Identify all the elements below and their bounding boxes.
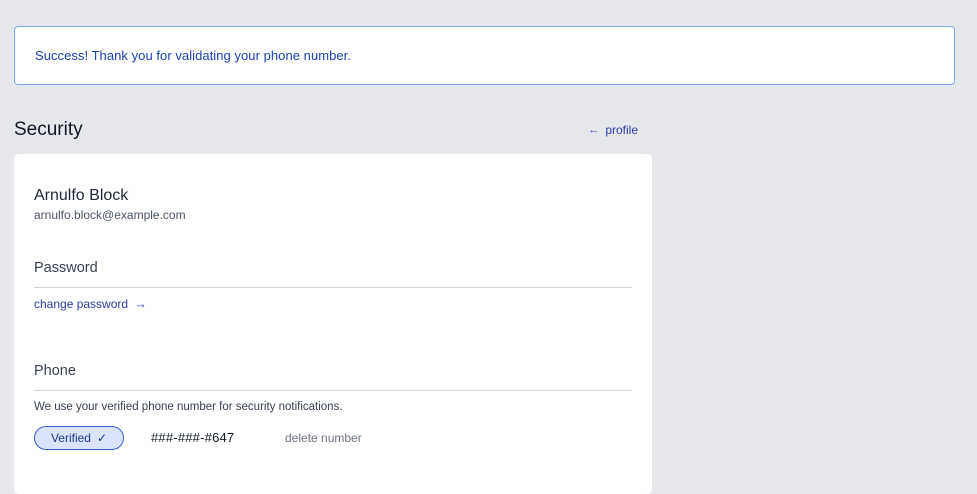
security-card: Arnulfo Block arnulfo.block@example.com …	[14, 154, 652, 494]
success-alert: Success! Thank you for validating your p…	[14, 26, 955, 85]
phone-divider	[34, 390, 632, 391]
page-header: Security ← profile	[14, 116, 638, 144]
alert-message: Success! Thank you for validating your p…	[35, 48, 351, 63]
arrow-left-icon: ←	[588, 124, 600, 136]
password-section-title: Password	[34, 260, 98, 276]
verified-status-badge: Verified ✓	[34, 426, 124, 450]
user-email: arnulfo.block@example.com	[34, 208, 186, 222]
user-name: Arnulfo Block	[34, 187, 129, 204]
verified-label: Verified	[50, 431, 91, 445]
phone-section-title: Phone	[34, 363, 76, 379]
arrow-right-icon: →	[134, 296, 148, 311]
phone-description: We use your verified phone number for se…	[34, 401, 343, 413]
password-divider	[34, 287, 632, 288]
checkmark-icon: ✓	[96, 431, 108, 445]
back-to-profile-link[interactable]: ← profile	[588, 123, 638, 137]
page-title: Security	[14, 119, 83, 140]
delete-number-button[interactable]: delete number	[285, 431, 362, 445]
change-password-label: change password	[34, 296, 129, 311]
phone-number: ###-###-#647	[151, 430, 235, 445]
back-link-label: profile	[605, 123, 638, 137]
change-password-link[interactable]: change password →	[34, 296, 147, 311]
